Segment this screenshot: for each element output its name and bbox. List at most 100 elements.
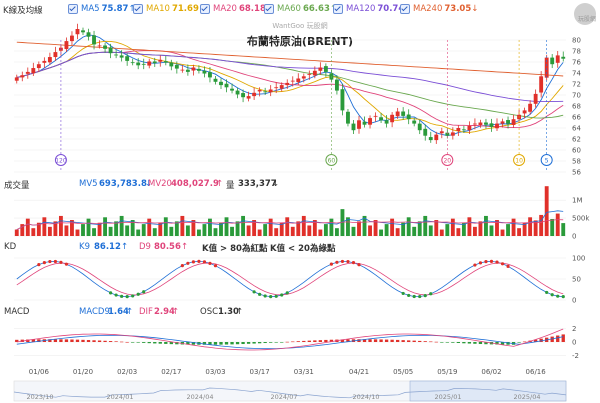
osc-bar xyxy=(456,342,461,344)
candle xyxy=(108,43,113,59)
candle-body xyxy=(169,62,174,67)
volume-tick-label: 500k xyxy=(572,215,590,223)
navigator-tick-label: 2024/01 xyxy=(106,393,133,401)
volume-bar xyxy=(86,218,91,236)
price-axis: 80 78 76 74 72 70 68 66 64 62 60 58 56 xyxy=(572,37,581,177)
volume-bar xyxy=(500,229,505,236)
candle xyxy=(484,118,488,129)
osc-bar xyxy=(324,339,328,342)
candle-body xyxy=(47,57,52,63)
volume-tick-label: 0 xyxy=(572,233,576,241)
kd-green-dot xyxy=(269,295,273,299)
kd-red-dot xyxy=(473,263,477,267)
candle xyxy=(224,79,229,93)
volume-bar xyxy=(384,224,389,236)
candle xyxy=(561,51,566,62)
volume-bar xyxy=(450,218,455,236)
candle-body xyxy=(346,111,350,124)
volume-bar xyxy=(528,217,533,236)
volume-bar xyxy=(489,225,494,236)
volume-bar xyxy=(472,226,477,236)
candle-body xyxy=(86,32,91,37)
kd-green-dot xyxy=(263,294,267,298)
kd-green-dot xyxy=(401,291,405,296)
osc-bar xyxy=(462,342,466,344)
volume-bar xyxy=(185,225,190,236)
osc-bar xyxy=(246,342,251,344)
osc-bar xyxy=(114,341,118,342)
candle xyxy=(158,55,163,67)
kd-green-dot xyxy=(280,293,284,297)
kd-red-dot xyxy=(478,261,483,265)
volume-bar xyxy=(285,217,290,236)
date-tick-label: 03/03 xyxy=(205,368,225,376)
osc-bar xyxy=(224,342,229,345)
osc-bar xyxy=(97,340,102,342)
candle xyxy=(125,53,130,66)
candle xyxy=(362,116,367,128)
marker-text: 120 xyxy=(55,158,67,165)
candle-body xyxy=(119,55,124,58)
volume-bar xyxy=(274,228,279,236)
volume-bar xyxy=(25,218,30,236)
osc-bar xyxy=(119,341,124,343)
candle xyxy=(58,44,63,56)
candle-body xyxy=(495,123,499,129)
kd-red-dot xyxy=(197,259,201,263)
candle xyxy=(428,131,433,143)
candle-body xyxy=(555,55,560,63)
volume-bar xyxy=(147,218,152,236)
candle-body xyxy=(274,87,279,89)
osc-bar xyxy=(81,339,85,342)
candle-body xyxy=(25,71,30,74)
kd-red-dot xyxy=(346,259,350,264)
kd-green-dot xyxy=(285,291,289,295)
candle xyxy=(252,87,257,100)
osc-bar xyxy=(407,340,411,342)
price-grid xyxy=(14,39,566,173)
volume-bar xyxy=(103,217,108,236)
ma-line-ma240 xyxy=(16,41,564,77)
navigator-tick-label: 2025/04 xyxy=(513,393,540,401)
macd-tick-label: -2 xyxy=(572,352,579,360)
volume-bar xyxy=(31,228,36,236)
range-navigator[interactable]: 2023/10 2024/01 2024/04 2024/07 2024/10 2025/… xyxy=(13,380,567,402)
osc-bar xyxy=(517,342,521,343)
osc-bar xyxy=(440,342,444,343)
volume-bar xyxy=(368,225,372,236)
candle-body xyxy=(75,29,80,35)
volume-bar xyxy=(517,228,522,236)
kd-green-dot xyxy=(550,293,554,297)
candle xyxy=(456,125,461,136)
osc-bar xyxy=(451,342,455,343)
candle-body xyxy=(174,65,179,69)
kd-red-dot xyxy=(357,263,361,267)
candle xyxy=(417,120,422,135)
candle xyxy=(357,115,361,134)
osc-bar xyxy=(395,339,400,342)
marker-text: 10 xyxy=(515,158,523,165)
candle-body xyxy=(384,120,389,124)
macd-panel: 2 0 -2 xyxy=(14,325,579,360)
candle-body xyxy=(108,47,113,54)
volume-bar xyxy=(196,229,201,236)
date-tick-label: 02/03 xyxy=(117,368,137,376)
stock-chart[interactable]: 80787674727068666462605856 120 60 20 10 5 1M… xyxy=(0,0,600,403)
navigator-tick-label: 2023/10 xyxy=(26,393,53,401)
candle-body xyxy=(539,76,544,93)
candle-body xyxy=(423,128,428,136)
kd-green-dot xyxy=(120,294,124,298)
volume-bar xyxy=(318,229,323,236)
osc-bar xyxy=(252,342,256,344)
osc-bar xyxy=(136,342,140,343)
osc-bar xyxy=(235,342,240,345)
osc-bar xyxy=(373,339,378,342)
marker-text: 60 xyxy=(328,158,336,165)
ma-lines xyxy=(16,34,564,136)
osc-bar xyxy=(522,341,527,343)
price-tick-label: 76 xyxy=(572,59,581,67)
candle-body xyxy=(241,93,246,98)
kd-red-dot xyxy=(495,260,499,264)
candle xyxy=(423,124,428,141)
volume-bar xyxy=(141,224,146,236)
